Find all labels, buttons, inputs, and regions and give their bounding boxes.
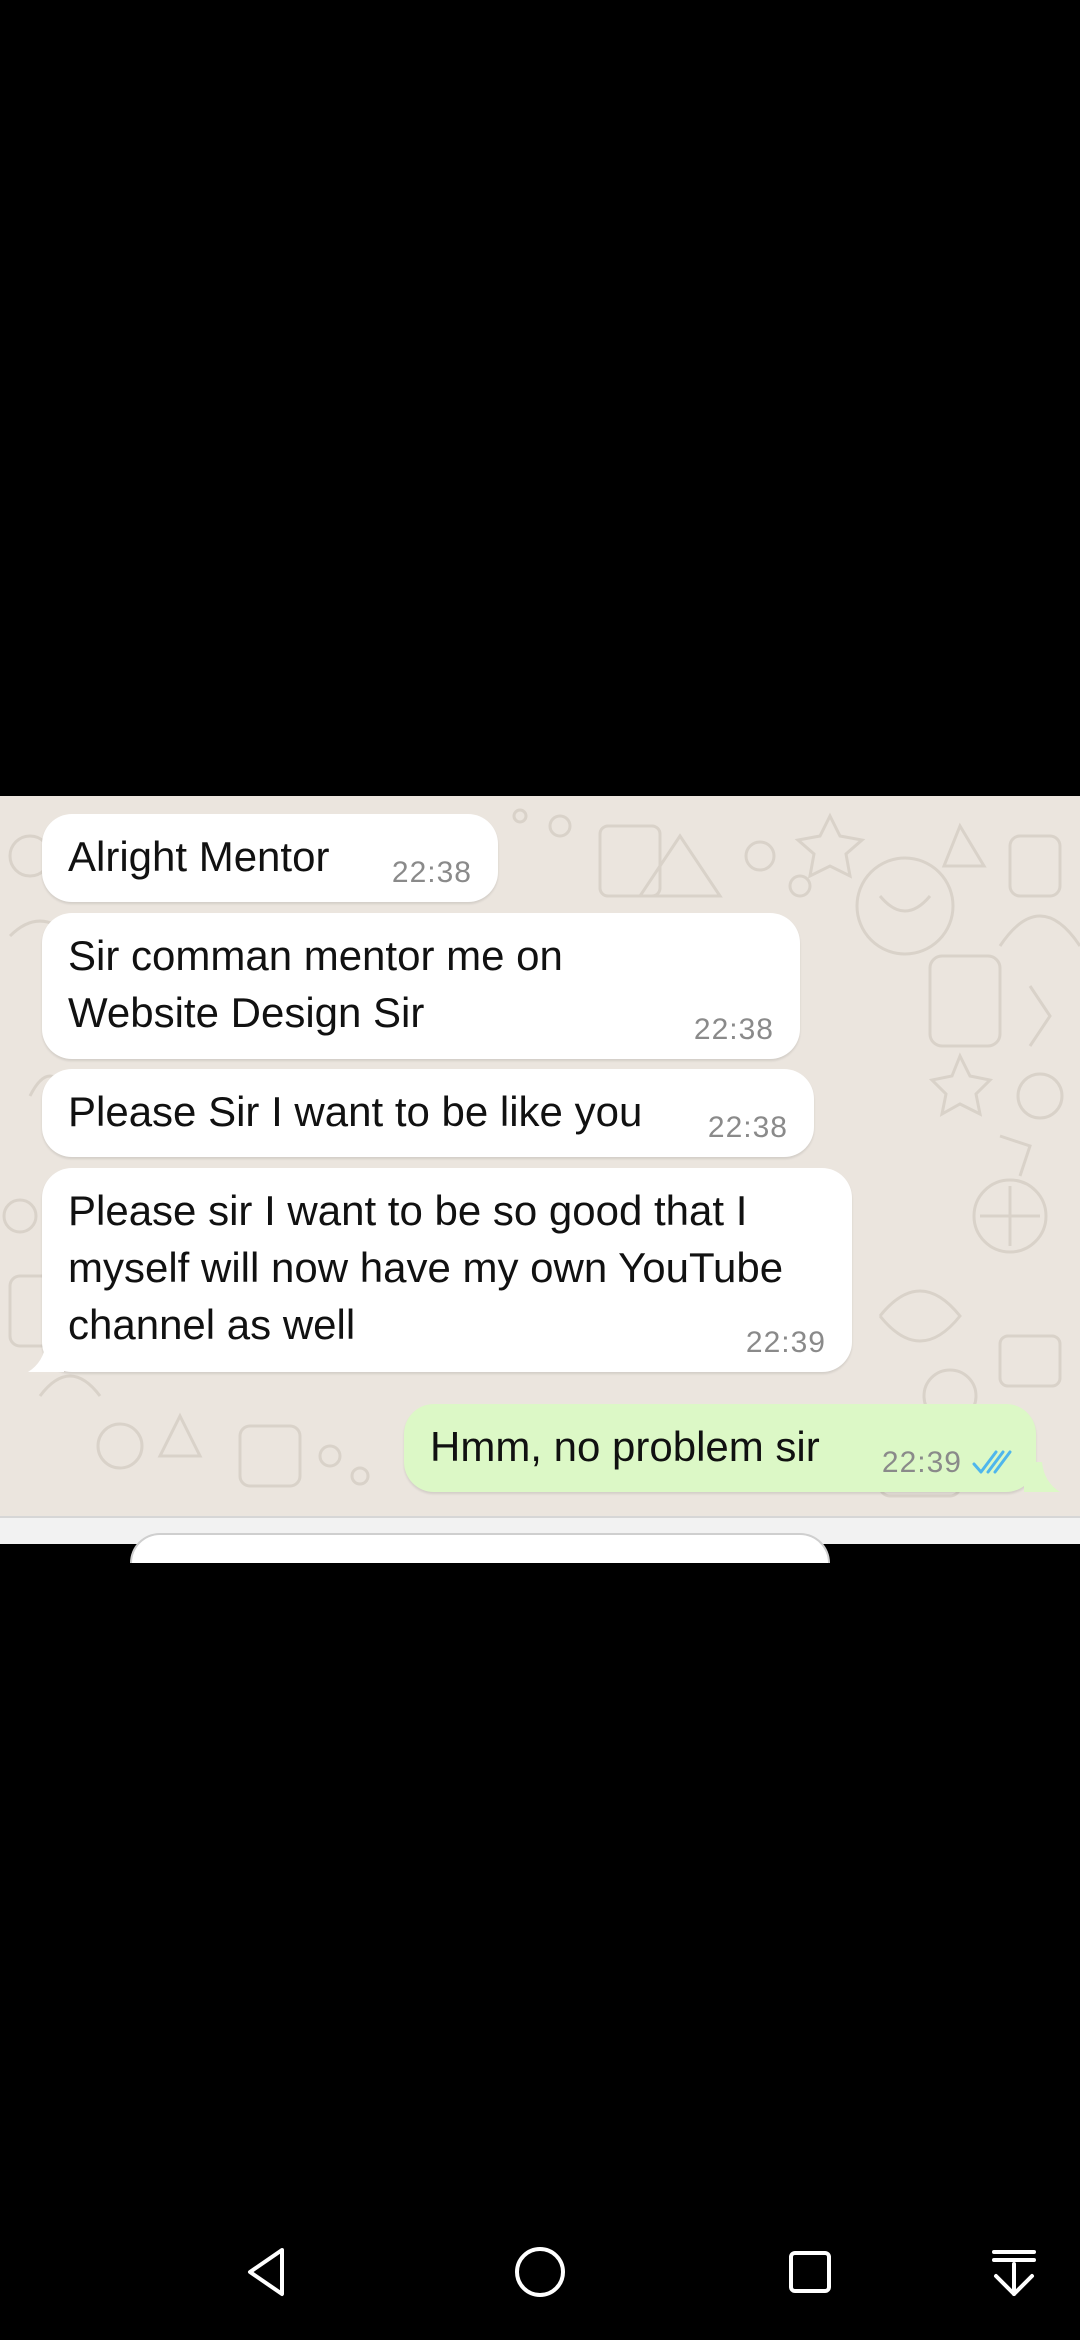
outgoing-message[interactable]: Hmm, no problem sir 22:39: [404, 1404, 1036, 1492]
message-time: 22:39: [745, 1326, 826, 1359]
home-circle-icon[interactable]: [508, 2240, 572, 2304]
incoming-message[interactable]: Please sir I want to be so good that I m…: [42, 1168, 852, 1372]
bubble-tail: [28, 1342, 64, 1372]
recents-square-icon[interactable]: [778, 2240, 842, 2304]
message-time: 22:38: [707, 1111, 788, 1144]
system-navigation-bar: [0, 2200, 1080, 2340]
message-text: Hmm, no problem sir: [430, 1423, 820, 1470]
bubble-tail: [1024, 1462, 1060, 1492]
message-time: 22:39: [881, 1446, 962, 1479]
message-text: Please sir I want to be so good that I m…: [68, 1187, 795, 1348]
incoming-message[interactable]: Sir comman mentor me on Website Design S…: [42, 913, 800, 1059]
screen: Alright Mentor 22:38 Sir comman mentor m…: [0, 0, 1080, 2340]
message-input[interactable]: [130, 1533, 830, 1563]
message-time: 22:38: [693, 1013, 774, 1046]
back-triangle-icon[interactable]: [236, 2240, 300, 2304]
message-time: 22:38: [391, 856, 472, 889]
incoming-message[interactable]: Alright Mentor 22:38: [42, 814, 498, 902]
chat-area[interactable]: Alright Mentor 22:38 Sir comman mentor m…: [0, 796, 1080, 1516]
message-text: Alright Mentor: [68, 833, 330, 880]
pull-down-notifications-icon[interactable]: [982, 2240, 1046, 2304]
message-text: Please Sir I want to be like you: [68, 1088, 643, 1135]
message-text: Sir comman mentor me on Website Design S…: [68, 932, 575, 1036]
double-check-icon: [972, 1450, 1012, 1474]
incoming-message[interactable]: Please Sir I want to be like you 22:38: [42, 1069, 814, 1157]
